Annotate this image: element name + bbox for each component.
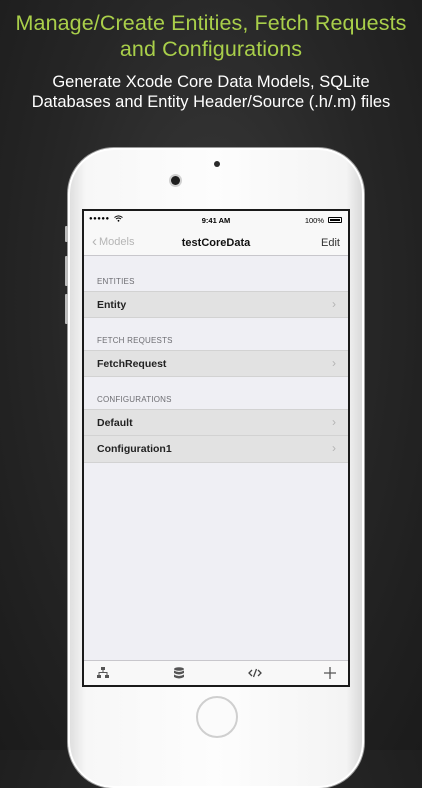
home-button[interactable] xyxy=(196,696,238,738)
front-camera xyxy=(171,176,180,185)
battery-icon xyxy=(328,217,342,223)
section-header-configurations: CONFIGURATIONS xyxy=(97,395,172,404)
list-item-label: Configuration1 xyxy=(97,443,172,455)
list-item-fetchrequest[interactable]: FetchRequest › xyxy=(84,350,348,377)
list-item-default[interactable]: Default › xyxy=(84,409,348,436)
bottom-toolbar xyxy=(84,660,348,685)
list-item-label: Default xyxy=(97,417,133,429)
promo-headline: Manage/Create Entities, Fetch Requests a… xyxy=(0,10,422,62)
mute-switch xyxy=(65,226,68,242)
list-item-label: Entity xyxy=(97,299,127,311)
section-header-entities: ENTITIES xyxy=(97,277,135,286)
app-screen: ●●●●● 9:41 AM 100% ‹ Models testCoreData… xyxy=(84,211,348,685)
list-item-entity[interactable]: Entity › xyxy=(84,291,348,318)
database-icon[interactable] xyxy=(171,665,187,681)
list-item-configuration1[interactable]: Configuration1 › xyxy=(84,436,348,463)
status-bar: ●●●●● 9:41 AM 100% xyxy=(84,211,348,231)
promo-subline-line2: Databases and Entity Header/Source (.h/.… xyxy=(31,93,391,111)
hierarchy-icon[interactable] xyxy=(95,665,111,681)
promo-headline-line1: Manage/Create Entities, Fetch Requests xyxy=(15,11,407,35)
promo-subline: Generate Xcode Core Data Models, SQLite … xyxy=(0,72,422,112)
sensor-dot xyxy=(214,161,220,167)
code-icon[interactable] xyxy=(247,665,263,681)
edit-button[interactable]: Edit xyxy=(321,237,340,249)
chevron-right-icon: › xyxy=(332,441,336,455)
volume-down-button xyxy=(65,294,68,324)
chevron-right-icon: › xyxy=(332,356,336,370)
nav-bar: ‹ Models testCoreData Edit xyxy=(84,231,348,256)
plus-icon[interactable] xyxy=(322,665,338,681)
promo-subline-line1: Generate Xcode Core Data Models, SQLite xyxy=(52,73,370,91)
promo-headline-line2: and Configurations xyxy=(119,37,303,61)
chevron-right-icon: › xyxy=(332,415,336,429)
chevron-right-icon: › xyxy=(332,297,336,311)
list-item-label: FetchRequest xyxy=(97,358,167,370)
battery-percent: 100% xyxy=(304,216,324,225)
page-title: testCoreData xyxy=(181,237,251,249)
section-header-fetch-requests: FETCH REQUESTS xyxy=(97,336,173,345)
volume-up-button xyxy=(65,256,68,286)
